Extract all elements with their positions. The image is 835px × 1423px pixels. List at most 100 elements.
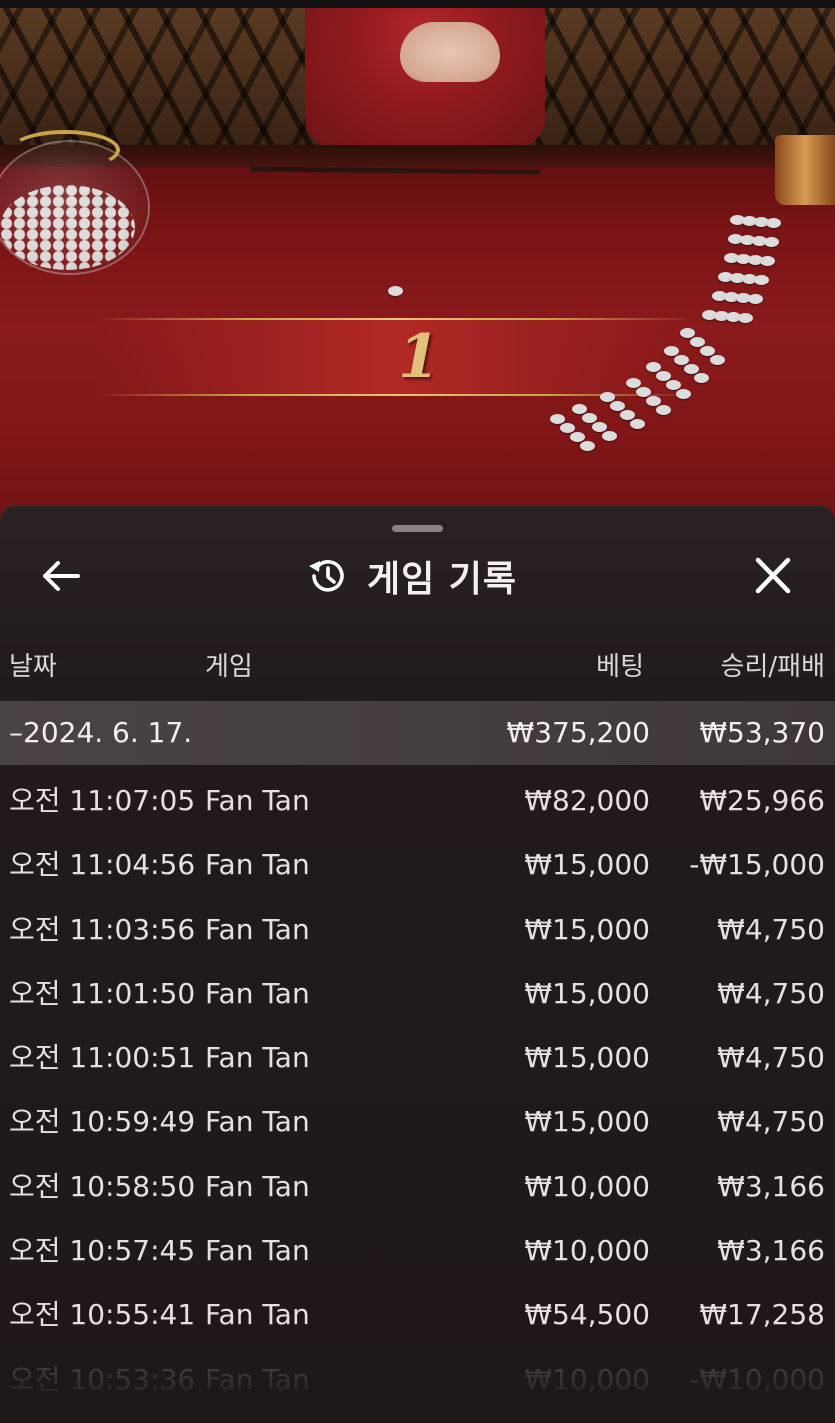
bead: [676, 389, 691, 399]
bead: [764, 237, 779, 247]
history-row[interactable]: 오전 10:53:36 Fan Tan ₩10,000 -₩10,000: [0, 1348, 835, 1412]
row-game: Fan Tan: [205, 1234, 310, 1268]
live-game-video: 1: [0, 0, 835, 540]
bead: [690, 337, 705, 347]
bead: [630, 419, 645, 429]
row-bet: ₩15,000: [524, 1041, 650, 1075]
group-win-loss-total: ₩53,370: [699, 716, 825, 749]
bead: [760, 256, 775, 266]
bead: [674, 355, 689, 365]
result-number: 1: [398, 322, 440, 392]
band-border-top: [95, 318, 695, 320]
history-row[interactable]: 오전 10:58:50 Fan Tan ₩10,000 ₩3,166: [0, 1155, 835, 1219]
history-clock-icon: [309, 560, 344, 592]
status-strip: [0, 0, 835, 8]
bead: [582, 413, 597, 423]
bead: [550, 414, 565, 424]
row-game: Fan Tan: [205, 1362, 310, 1396]
bead: [748, 294, 763, 304]
row-game: Fan Tan: [205, 1041, 310, 1075]
game-history-sheet: 게임 기록 날짜 게임 베팅 승리/패배 –2024. 6. 17. ₩375,…: [0, 505, 835, 1423]
result-band: [95, 318, 695, 396]
row-win-loss: ₩4,750: [717, 912, 825, 946]
column-header-win-loss: 승리/패배: [720, 652, 825, 682]
row-game: Fan Tan: [205, 1169, 310, 1203]
bead: [388, 286, 403, 296]
dome-handle: [10, 130, 120, 170]
bead: [572, 404, 587, 414]
date-group-row[interactable]: –2024. 6. 17. ₩375,200 ₩53,370: [0, 701, 835, 765]
bead: [602, 431, 617, 441]
history-row[interactable]: 오전 11:04:56 Fan Tan ₩15,000 -₩15,000: [0, 833, 835, 897]
row-bet: ₩15,000: [524, 1105, 650, 1139]
row-bet: ₩82,000: [524, 784, 650, 817]
row-time: 오전 10:58:50: [9, 1169, 196, 1203]
row-time: 오전 10:57:45: [9, 1234, 196, 1268]
bead: [694, 373, 709, 383]
bead: [592, 422, 607, 432]
column-header-date: 날짜: [9, 652, 57, 682]
bead: [754, 275, 769, 285]
row-game: Fan Tan: [205, 1298, 310, 1332]
row-bet: ₩54,500: [524, 1298, 650, 1332]
bead: [710, 355, 725, 365]
history-row[interactable]: 오전 10:57:45 Fan Tan ₩10,000 ₩3,166: [0, 1219, 835, 1283]
sheet-header: 게임 기록: [0, 536, 835, 616]
row-win-loss: -₩15,000: [689, 848, 825, 882]
bead: [636, 387, 651, 397]
row-time: 오전 11:03:56: [9, 912, 196, 946]
bead: [600, 392, 615, 402]
bead: [570, 432, 585, 442]
back-button[interactable]: [36, 554, 88, 598]
row-bet: ₩15,000: [524, 976, 650, 1010]
bead: [626, 378, 641, 388]
bead: [620, 410, 635, 420]
row-game: Fan Tan: [205, 976, 310, 1010]
bead: [560, 423, 575, 433]
row-game: Fan Tan: [205, 784, 310, 817]
row-game: Fan Tan: [205, 912, 310, 946]
bead: [656, 405, 671, 415]
bead: [646, 396, 661, 406]
dealer-stick: [249, 166, 541, 175]
close-button[interactable]: [748, 554, 798, 598]
history-row[interactable]: 오전 11:03:56 Fan Tan ₩15,000 ₩4,750: [0, 898, 835, 962]
bead: [580, 441, 595, 451]
row-win-loss: ₩4,750: [717, 1105, 825, 1139]
row-time: 오전 11:04:56: [9, 848, 196, 882]
row-time: 오전 10:59:49: [9, 1105, 196, 1139]
row-time: 오전 11:01:50: [9, 976, 196, 1010]
bead: [664, 346, 679, 356]
row-bet: ₩10,000: [524, 1169, 650, 1203]
history-row[interactable]: 오전 10:59:49 Fan Tan ₩15,000 ₩4,750: [0, 1090, 835, 1154]
history-row[interactable]: 오전 10:55:41 Fan Tan ₩54,500 ₩17,258: [0, 1283, 835, 1347]
bead: [656, 371, 671, 381]
row-bet: ₩15,000: [524, 912, 650, 946]
row-time: 오전 10:53:36: [9, 1362, 196, 1396]
history-row[interactable]: 오전 11:01:50 Fan Tan ₩15,000 ₩4,750: [0, 962, 835, 1026]
arrow-left-icon: [43, 561, 80, 591]
row-game: Fan Tan: [205, 1105, 310, 1139]
sheet-title: 게임 기록: [305, 550, 517, 602]
bead: [610, 401, 625, 411]
bead: [700, 346, 715, 356]
row-win-loss: ₩3,166: [717, 1169, 825, 1203]
row-bet: ₩10,000: [524, 1362, 650, 1396]
bead: [680, 328, 695, 338]
row-win-loss: ₩25,966: [699, 784, 825, 817]
column-header-game: 게임: [205, 652, 253, 682]
group-bet-total: ₩375,200: [506, 716, 650, 749]
row-win-loss: ₩17,258: [699, 1298, 825, 1332]
bead: [766, 218, 781, 228]
dealer-hands: [400, 22, 500, 82]
row-bet: ₩15,000: [524, 848, 650, 882]
row-time: 오전 11:07:05: [9, 784, 196, 817]
bead: [646, 362, 661, 372]
group-date: –2024. 6. 17.: [9, 716, 193, 749]
row-time: 오전 10:55:41: [9, 1298, 196, 1332]
sheet-drag-handle[interactable]: [392, 525, 443, 532]
history-row[interactable]: 오전 11:00:51 Fan Tan ₩15,000 ₩4,750: [0, 1026, 835, 1090]
column-header-bet: 베팅: [596, 652, 644, 682]
history-row[interactable]: 오전 11:07:05 Fan Tan ₩82,000 ₩25,966: [0, 769, 835, 833]
bead: [684, 364, 699, 374]
